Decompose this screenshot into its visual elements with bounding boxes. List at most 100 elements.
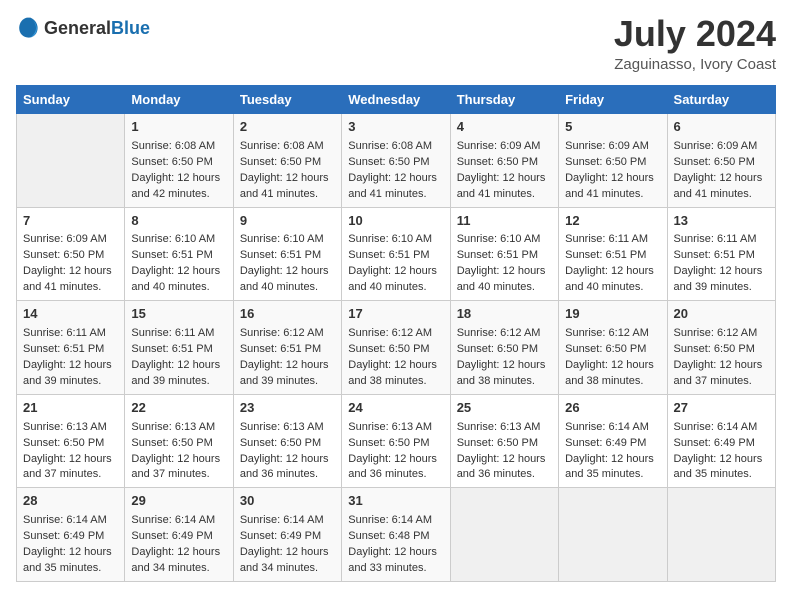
day-number: 13 <box>674 212 769 231</box>
day-number: 6 <box>674 118 769 137</box>
cell-0-5: 5 Sunrise: 6:09 AMSunset: 6:50 PMDaylight… <box>559 114 667 208</box>
week-row-3: 14 Sunrise: 6:11 AMSunset: 6:51 PMDayligh… <box>17 301 776 395</box>
day-info: Sunrise: 6:11 AMSunset: 6:51 PMDaylight:… <box>23 327 112 387</box>
cell-3-0: 21Sunrise: 6:13 AMSunset: 6:50 PMDayligh… <box>17 394 125 488</box>
cell-4-0: 28Sunrise: 6:14 AMSunset: 6:49 PMDayligh… <box>17 488 125 582</box>
day-info: Sunrise: 6:09 AMSunset: 6:50 PMDaylight:… <box>674 140 763 200</box>
cell-2-5: 19 Sunrise: 6:12 AMSunset: 6:50 PMDayligh… <box>559 301 667 395</box>
day-info: Sunrise: 6:08 AMSunset: 6:50 PMDaylight:… <box>240 140 329 200</box>
day-number: 15 <box>131 305 226 324</box>
cell-0-4: 4Sunrise: 6:09 AMSunset: 6:50 PMDaylight… <box>450 114 558 208</box>
cell-2-2: 16Sunrise: 6:12 AMSunset: 6:51 PMDayligh… <box>233 301 341 395</box>
week-row-5: 28 Sunrise: 6:14 AMSunset: 6:49 PMDayligh… <box>17 488 776 582</box>
header-row: SundayMondayTuesdayWednesdayThursdayFrid… <box>17 86 776 114</box>
day-number: 22 <box>131 399 226 418</box>
day-number: 28 <box>23 492 118 511</box>
day-info: Sunrise: 6:12 AMSunset: 6:50 PMDaylight:… <box>674 327 763 387</box>
logo: GeneralBlue <box>16 16 150 40</box>
location: Zaguinasso, Ivory Coast <box>614 56 776 73</box>
cell-0-1: 1 Sunrise: 6:08 AMSunset: 6:50 PMDaylight… <box>125 114 233 208</box>
day-info: Sunrise: 6:14 AMSunset: 6:49 PMDaylight:… <box>565 421 654 481</box>
cell-1-0: 7Sunrise: 6:09 AMSunset: 6:50 PMDaylight… <box>17 207 125 301</box>
day-info: Sunrise: 6:12 AMSunset: 6:50 PMDaylight:… <box>565 327 654 387</box>
header-wednesday: Wednesday <box>342 86 450 114</box>
day-number: 19 <box>565 305 660 324</box>
cell-4-2: 30Sunrise: 6:14 AMSunset: 6:49 PMDayligh… <box>233 488 341 582</box>
month-title: July 2024 <box>614 16 776 52</box>
day-number: 21 <box>23 399 118 418</box>
day-info: Sunrise: 6:10 AMSunset: 6:51 PMDaylight:… <box>348 233 437 293</box>
day-info: Sunrise: 6:08 AMSunset: 6:50 PMDaylight:… <box>348 140 437 200</box>
day-info: Sunrise: 6:11 AMSunset: 6:51 PMDaylight:… <box>674 233 763 293</box>
cell-1-1: 8Sunrise: 6:10 AMSunset: 6:51 PMDaylight… <box>125 207 233 301</box>
cell-0-6: 6 Sunrise: 6:09 AMSunset: 6:50 PMDaylight… <box>667 114 775 208</box>
header-monday: Monday <box>125 86 233 114</box>
day-number: 31 <box>348 492 443 511</box>
day-number: 14 <box>23 305 118 324</box>
day-number: 20 <box>674 305 769 324</box>
cell-4-3: 31Sunrise: 6:14 AMSunset: 6:48 PMDayligh… <box>342 488 450 582</box>
day-number: 29 <box>131 492 226 511</box>
calendar-table: SundayMondayTuesdayWednesdayThursdayFrid… <box>16 85 776 582</box>
day-number: 25 <box>457 399 552 418</box>
day-info: Sunrise: 6:10 AMSunset: 6:51 PMDaylight:… <box>240 233 329 293</box>
day-number: 10 <box>348 212 443 231</box>
cell-2-0: 14 Sunrise: 6:11 AMSunset: 6:51 PMDayligh… <box>17 301 125 395</box>
cell-3-5: 26 Sunrise: 6:14 AMSunset: 6:49 PMDayligh… <box>559 394 667 488</box>
header-thursday: Thursday <box>450 86 558 114</box>
cell-3-2: 23Sunrise: 6:13 AMSunset: 6:50 PMDayligh… <box>233 394 341 488</box>
cell-3-1: 22Sunrise: 6:13 AMSunset: 6:50 PMDayligh… <box>125 394 233 488</box>
day-number: 1 <box>131 118 226 137</box>
day-number: 11 <box>457 212 552 231</box>
day-info: Sunrise: 6:12 AMSunset: 6:50 PMDaylight:… <box>457 327 546 387</box>
title-block: July 2024 Zaguinasso, Ivory Coast <box>614 16 776 73</box>
logo-general: General <box>44 18 111 38</box>
cell-2-4: 18 Sunrise: 6:12 AMSunset: 6:50 PMDayligh… <box>450 301 558 395</box>
cell-0-0 <box>17 114 125 208</box>
day-number: 30 <box>240 492 335 511</box>
cell-3-4: 25 Sunrise: 6:13 AMSunset: 6:50 PMDayligh… <box>450 394 558 488</box>
logo-blue: Blue <box>111 18 150 38</box>
cell-1-2: 9 Sunrise: 6:10 AMSunset: 6:51 PMDaylight… <box>233 207 341 301</box>
day-number: 24 <box>348 399 443 418</box>
day-info: Sunrise: 6:09 AMSunset: 6:50 PMDaylight:… <box>23 233 112 293</box>
cell-4-5 <box>559 488 667 582</box>
cell-0-2: 2 Sunrise: 6:08 AMSunset: 6:50 PMDaylight… <box>233 114 341 208</box>
day-number: 26 <box>565 399 660 418</box>
page-header: GeneralBlue July 2024 Zaguinasso, Ivory … <box>16 16 776 73</box>
day-info: Sunrise: 6:10 AMSunset: 6:51 PMDaylight:… <box>131 233 220 293</box>
header-friday: Friday <box>559 86 667 114</box>
day-number: 2 <box>240 118 335 137</box>
cell-2-6: 20 Sunrise: 6:12 AMSunset: 6:50 PMDayligh… <box>667 301 775 395</box>
cell-1-5: 12 Sunrise: 6:11 AMSunset: 6:51 PMDayligh… <box>559 207 667 301</box>
day-info: Sunrise: 6:11 AMSunset: 6:51 PMDaylight:… <box>565 233 654 293</box>
day-info: Sunrise: 6:14 AMSunset: 6:49 PMDaylight:… <box>131 514 220 574</box>
day-number: 3 <box>348 118 443 137</box>
cell-4-1: 29 Sunrise: 6:14 AMSunset: 6:49 PMDayligh… <box>125 488 233 582</box>
day-number: 9 <box>240 212 335 231</box>
day-number: 12 <box>565 212 660 231</box>
logo-icon <box>16 16 40 40</box>
header-sunday: Sunday <box>17 86 125 114</box>
day-info: Sunrise: 6:12 AMSunset: 6:50 PMDaylight:… <box>348 327 437 387</box>
day-number: 17 <box>348 305 443 324</box>
day-info: Sunrise: 6:13 AMSunset: 6:50 PMDaylight:… <box>348 421 437 481</box>
cell-4-4 <box>450 488 558 582</box>
week-row-2: 7Sunrise: 6:09 AMSunset: 6:50 PMDaylight… <box>17 207 776 301</box>
cell-1-3: 10 Sunrise: 6:10 AMSunset: 6:51 PMDayligh… <box>342 207 450 301</box>
cell-0-3: 3 Sunrise: 6:08 AMSunset: 6:50 PMDaylight… <box>342 114 450 208</box>
week-row-1: 1 Sunrise: 6:08 AMSunset: 6:50 PMDaylight… <box>17 114 776 208</box>
day-info: Sunrise: 6:13 AMSunset: 6:50 PMDaylight:… <box>457 421 546 481</box>
day-number: 16 <box>240 305 335 324</box>
cell-1-6: 13 Sunrise: 6:11 AMSunset: 6:51 PMDayligh… <box>667 207 775 301</box>
cell-2-1: 15 Sunrise: 6:11 AMSunset: 6:51 PMDayligh… <box>125 301 233 395</box>
day-info: Sunrise: 6:09 AMSunset: 6:50 PMDaylight:… <box>565 140 654 200</box>
header-tuesday: Tuesday <box>233 86 341 114</box>
day-info: Sunrise: 6:11 AMSunset: 6:51 PMDaylight:… <box>131 327 220 387</box>
cell-3-3: 24 Sunrise: 6:13 AMSunset: 6:50 PMDayligh… <box>342 394 450 488</box>
day-info: Sunrise: 6:08 AMSunset: 6:50 PMDaylight:… <box>131 140 220 200</box>
day-number: 23 <box>240 399 335 418</box>
day-number: 5 <box>565 118 660 137</box>
day-number: 18 <box>457 305 552 324</box>
cell-3-6: 27Sunrise: 6:14 AMSunset: 6:49 PMDayligh… <box>667 394 775 488</box>
